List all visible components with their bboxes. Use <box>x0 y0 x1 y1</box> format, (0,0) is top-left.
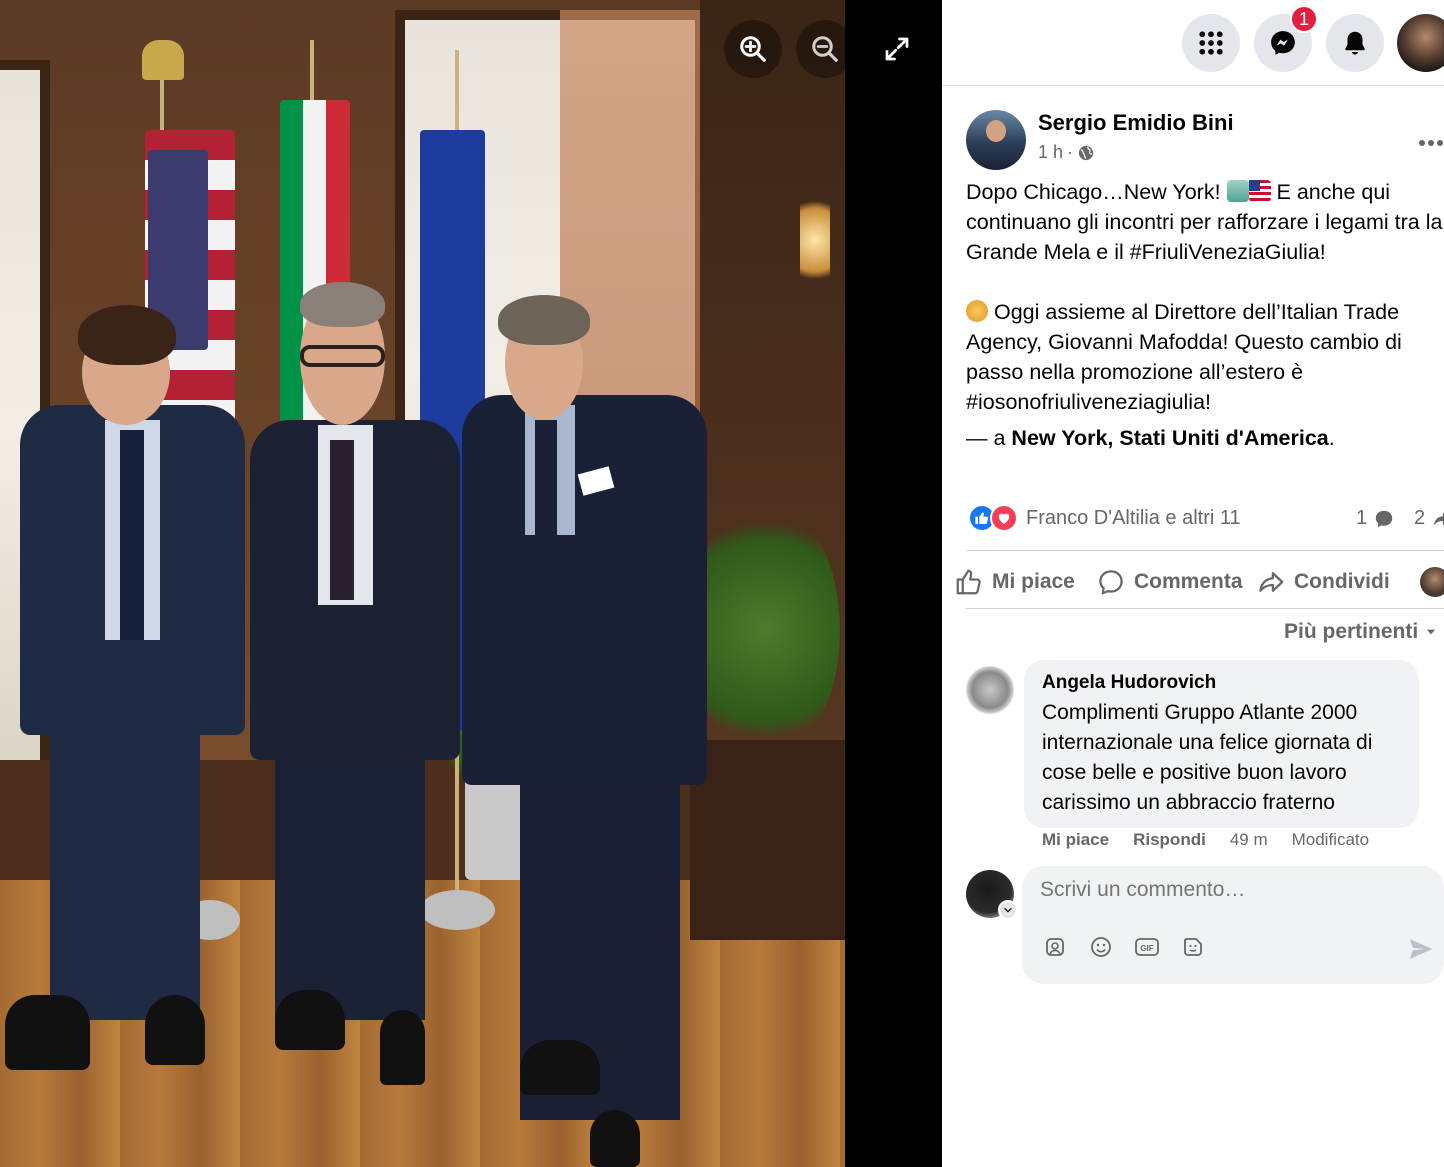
comment-count-icon <box>1375 510 1393 527</box>
bell-icon <box>1345 31 1365 55</box>
account-switch-button[interactable] <box>998 900 1018 920</box>
avatar-sticker-button[interactable] <box>1042 934 1068 960</box>
messenger-button[interactable]: 1 <box>1254 5 1318 72</box>
comment-actions: Mi piace Rispondi 49 m Modificato <box>1042 830 1369 850</box>
share-count-icon <box>1433 512 1444 525</box>
comments-count[interactable]: 1 <box>1356 507 1395 530</box>
zoom-in-icon <box>740 36 766 62</box>
post-body: Dopo Chicago…New York! E anche qui conti… <box>966 177 1444 483</box>
post-sidebar: 1 Sergio Emidio Bini 1 h · Dopo Chicago…… <box>942 0 1444 1167</box>
comment-like-link[interactable]: Mi piace <box>1042 830 1109 850</box>
plant-right <box>690 500 840 760</box>
avatar-sticker-icon <box>1046 938 1064 956</box>
comment-button[interactable]: Commenta <box>1096 560 1243 604</box>
love-reaction-icon <box>990 504 1018 532</box>
statue-of-liberty-emoji-icon <box>1226 180 1249 202</box>
comment-bubble: Angela Hudorovich Complimenti Gruppo Atl… <box>1024 660 1419 828</box>
gif-icon: GIF <box>1135 938 1159 956</box>
globe-icon[interactable] <box>1077 144 1095 162</box>
meta-separator: · <box>1067 142 1074 162</box>
photo-viewer <box>0 0 942 1167</box>
chevron-down-icon <box>1426 630 1436 635</box>
sticker-icon <box>1184 938 1202 956</box>
eagle-finial <box>142 40 184 80</box>
author-avatar[interactable] <box>966 110 1026 170</box>
composer-tools: GIF <box>1042 934 1206 960</box>
notifications-button[interactable] <box>1326 14 1384 72</box>
share-button[interactable]: Condividi <box>1256 560 1390 604</box>
post-time[interactable]: 1 h <box>1038 142 1063 163</box>
send-icon[interactable] <box>1406 934 1436 964</box>
messenger-icon <box>1271 31 1295 55</box>
like-button[interactable]: Mi piace <box>954 560 1075 604</box>
share-icon <box>1259 572 1284 592</box>
handshake-emoji-icon <box>966 300 988 322</box>
divider <box>966 608 1444 609</box>
menu-button[interactable] <box>1182 14 1240 72</box>
comment-text: Complimenti Gruppo Atlante 2000 internaz… <box>1042 701 1373 814</box>
comment-time[interactable]: 49 m <box>1230 830 1268 850</box>
thumbs-up-icon <box>956 569 981 595</box>
sticker-button[interactable] <box>1180 934 1206 960</box>
account-avatar[interactable] <box>1397 14 1444 72</box>
post-paragraph-1: Dopo Chicago…New York! E anche qui conti… <box>966 180 1443 264</box>
comment-author[interactable]: Angela Hudorovich <box>1042 672 1401 694</box>
reactions-names[interactable]: Franco D'Altilia e altri 11 <box>1026 507 1241 530</box>
share-as-avatar[interactable] <box>1420 567 1444 597</box>
side-table <box>690 740 845 940</box>
zoom-out-button[interactable] <box>796 20 854 78</box>
chevron-down-icon <box>1004 907 1012 913</box>
comment-icon <box>1099 570 1123 595</box>
emoji-icon <box>1091 937 1111 957</box>
comment-composer: GIF <box>1022 866 1444 984</box>
post-photo[interactable] <box>0 0 845 1167</box>
zoom-out-icon <box>812 36 838 62</box>
divider <box>966 550 1444 551</box>
fullscreen-icon <box>885 37 909 61</box>
comment-reply-link[interactable]: Rispondi <box>1133 830 1206 850</box>
post-location-line: — a New York, Stati Uniti d'America. <box>966 426 1335 450</box>
shares-count[interactable]: 2 <box>1414 507 1444 530</box>
comment-edited: Modificato <box>1291 830 1370 849</box>
svg-text:GIF: GIF <box>1140 944 1153 953</box>
top-bar: 1 <box>942 0 1444 86</box>
messenger-badge: 1 <box>1290 5 1318 33</box>
post-author[interactable]: Sergio Emidio Bini <box>1038 110 1234 136</box>
post-actions: Mi piace Commenta Condividi <box>954 560 1444 604</box>
emoji-button[interactable] <box>1088 934 1114 960</box>
zoom-in-button[interactable] <box>724 20 782 78</box>
us-flag-emoji-icon <box>1248 180 1271 202</box>
fullscreen-button[interactable] <box>868 20 926 78</box>
post-meta: 1 h · <box>1038 142 1095 163</box>
post-paragraph-2: Oggi assieme al Direttore dell’Italian T… <box>966 300 1402 414</box>
reactions-summary[interactable]: Franco D'Altilia e altri 11 <box>968 504 1241 532</box>
grid-menu-icon <box>1199 31 1223 55</box>
more-dots-icon <box>1419 140 1443 146</box>
wall-lamp <box>800 190 830 290</box>
gif-button[interactable]: GIF <box>1134 934 1160 960</box>
comments-sort-dropdown[interactable]: Più pertinenti <box>1284 620 1438 644</box>
comment-input[interactable] <box>1040 878 1420 902</box>
post-options-button[interactable] <box>1418 124 1444 155</box>
commenter-avatar[interactable] <box>966 666 1014 714</box>
pole-base <box>420 890 495 930</box>
post-location[interactable]: New York, Stati Uniti d'America <box>1011 426 1328 450</box>
